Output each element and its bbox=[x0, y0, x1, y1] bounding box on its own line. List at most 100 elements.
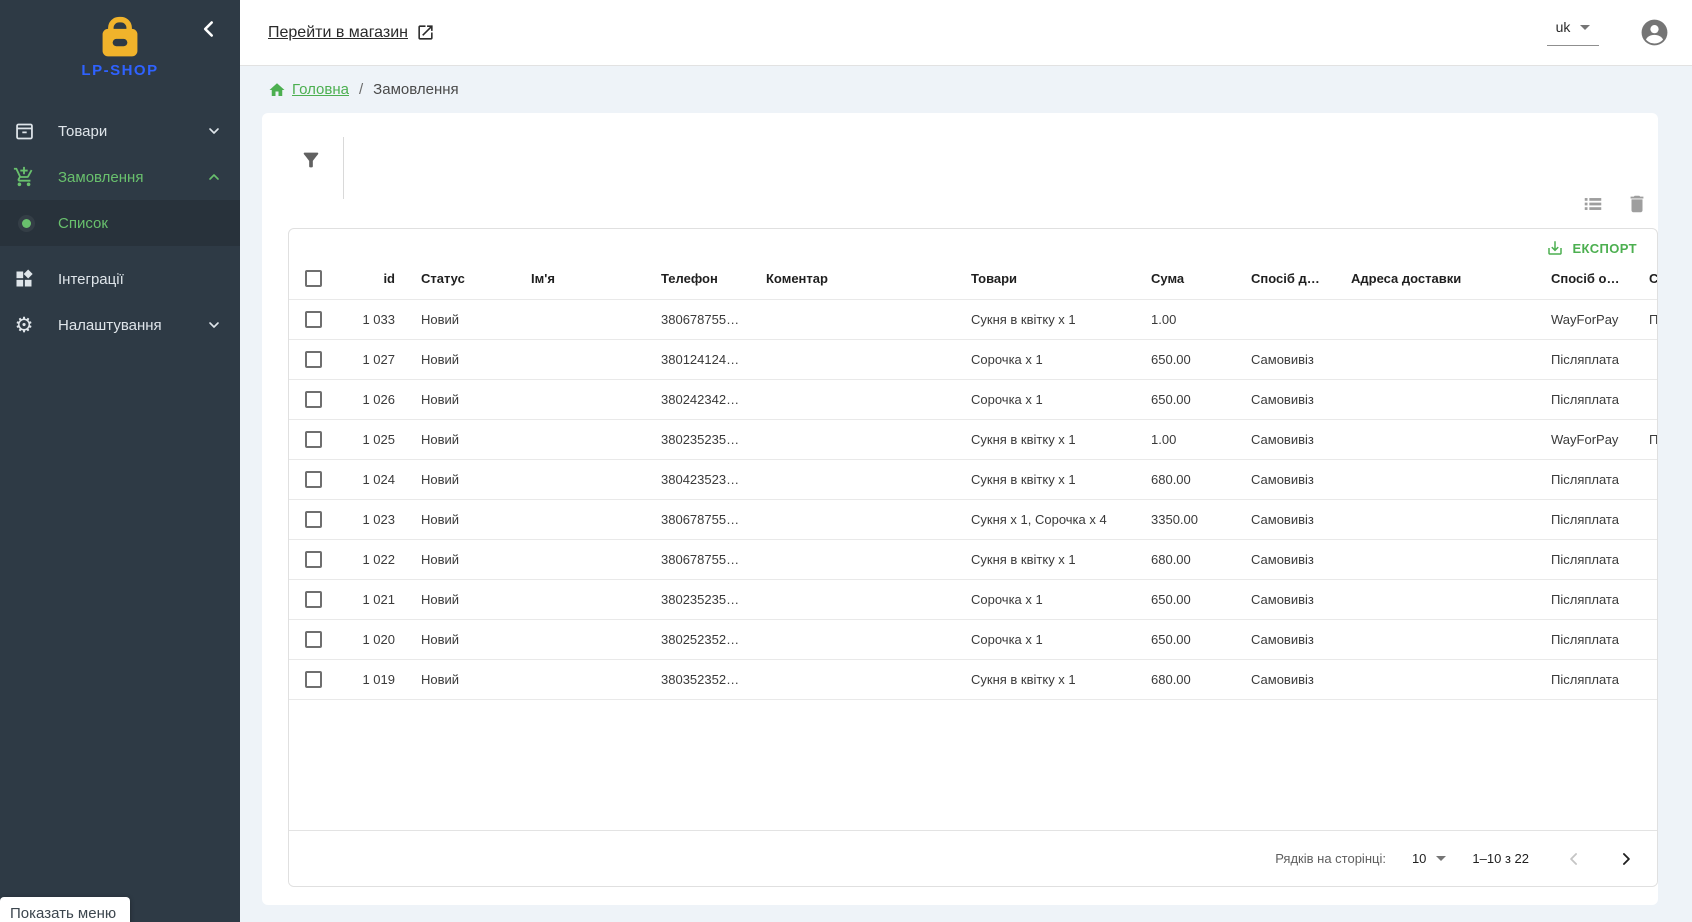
row-checkbox[interactable] bbox=[305, 351, 322, 368]
row-checkbox[interactable] bbox=[305, 311, 322, 328]
columns-list-icon[interactable] bbox=[1582, 193, 1604, 215]
cell-goods: Сукня в квітку x 1 bbox=[951, 459, 1131, 499]
chevron-down-icon bbox=[206, 317, 222, 333]
chevron-right-icon bbox=[1616, 849, 1636, 869]
column-header-pay-status[interactable]: С bbox=[1631, 259, 1658, 299]
breadcrumb: Головна / Замовлення bbox=[240, 66, 1692, 113]
user-avatar[interactable] bbox=[1639, 17, 1670, 48]
row-checkbox[interactable] bbox=[305, 551, 322, 568]
cell-goods: Сорочка x 1 bbox=[951, 379, 1131, 419]
row-checkbox[interactable] bbox=[305, 471, 322, 488]
go-to-store-link[interactable]: Перейти в магазин bbox=[268, 23, 435, 42]
cell-pay-status bbox=[1631, 619, 1658, 659]
download-icon bbox=[1546, 239, 1564, 257]
table-row[interactable]: 1 025 Новий 380235235235 Сукня в квітку … bbox=[289, 419, 1658, 459]
table-row[interactable]: 1 019 Новий 380352352353 Сукня в квітку … bbox=[289, 659, 1658, 699]
cell-id: 1 033 bbox=[331, 299, 401, 339]
cell-phone: 380678755765 bbox=[641, 299, 746, 339]
table-row[interactable]: 1 027 Новий 380124124124 Сорочка x 1 650… bbox=[289, 339, 1658, 379]
cell-delivery: Самовивіз bbox=[1231, 659, 1331, 699]
breadcrumb-home-link[interactable]: Головна bbox=[268, 81, 349, 99]
table-row[interactable]: 1 033 Новий 380678755765 Сукня в квітку … bbox=[289, 299, 1658, 339]
filter-icon[interactable] bbox=[300, 149, 322, 171]
gear-icon: ⚙ bbox=[12, 313, 36, 337]
cell-address bbox=[1331, 379, 1531, 419]
column-header-sum[interactable]: Сума bbox=[1131, 259, 1231, 299]
cell-address bbox=[1331, 539, 1531, 579]
sidebar-collapse-icon[interactable] bbox=[196, 16, 222, 42]
cell-name bbox=[511, 299, 641, 339]
app-bar: Перейти в магазин uk bbox=[240, 0, 1692, 66]
cell-status: Новий bbox=[401, 539, 511, 579]
cell-name bbox=[511, 379, 641, 419]
column-header-id[interactable]: id bbox=[331, 259, 401, 299]
next-page-button[interactable] bbox=[1613, 846, 1639, 872]
cell-comment bbox=[746, 419, 951, 459]
cell-pay-status bbox=[1631, 459, 1658, 499]
sidebar-item-integrations[interactable]: Інтеграції bbox=[0, 256, 240, 302]
cell-payment: Післяплата bbox=[1531, 459, 1631, 499]
trash-icon[interactable] bbox=[1626, 193, 1648, 215]
cell-status: Новий bbox=[401, 499, 511, 539]
breadcrumb-separator: / bbox=[357, 81, 365, 98]
row-checkbox[interactable] bbox=[305, 431, 322, 448]
table-row[interactable]: 1 022 Новий 380678755765 Сукня в квітку … bbox=[289, 539, 1658, 579]
cell-sum: 1.00 bbox=[1131, 419, 1231, 459]
cell-name bbox=[511, 579, 641, 619]
cell-name bbox=[511, 339, 641, 379]
select-all-checkbox[interactable] bbox=[305, 270, 322, 287]
cell-sum: 650.00 bbox=[1131, 619, 1231, 659]
cell-phone: 380352352353 bbox=[641, 659, 746, 699]
column-header-name[interactable]: Ім'я bbox=[511, 259, 641, 299]
cell-comment bbox=[746, 499, 951, 539]
table-row[interactable]: 1 023 Новий 380678755722 Сукня x 1, Соро… bbox=[289, 499, 1658, 539]
cell-payment: Післяплата bbox=[1531, 619, 1631, 659]
cell-goods: Сукня в квітку x 1 bbox=[951, 299, 1131, 339]
cell-sum: 1.00 bbox=[1131, 299, 1231, 339]
language-value: uk bbox=[1556, 19, 1571, 35]
row-checkbox[interactable] bbox=[305, 631, 322, 648]
sidebar-item-settings[interactable]: ⚙ Налаштування bbox=[0, 302, 240, 348]
cell-status: Новий bbox=[401, 379, 511, 419]
column-header-phone[interactable]: Телефон bbox=[641, 259, 746, 299]
cell-status: Новий bbox=[401, 299, 511, 339]
previous-page-button[interactable] bbox=[1561, 846, 1587, 872]
export-button[interactable]: ЕКСПОРТ bbox=[1540, 235, 1643, 261]
sidebar-item-list[interactable]: Список bbox=[0, 200, 240, 246]
cell-payment: Післяплата bbox=[1531, 579, 1631, 619]
sidebar-item-orders[interactable]: Замовлення bbox=[0, 154, 240, 200]
column-header-address[interactable]: Адреса доставки bbox=[1331, 259, 1531, 299]
table-header-row: id Статус Ім'я Телефон Коментар Товари С… bbox=[289, 259, 1658, 299]
cell-phone: 380235235235 bbox=[641, 419, 746, 459]
row-checkbox[interactable] bbox=[305, 591, 322, 608]
rows-per-page-select[interactable]: 10 bbox=[1412, 851, 1446, 866]
table-row[interactable]: 1 020 Новий 380252352352 Сорочка x 1 650… bbox=[289, 619, 1658, 659]
breadcrumb-home-label: Головна bbox=[292, 81, 349, 98]
chevron-down-icon bbox=[206, 123, 222, 139]
cell-comment bbox=[746, 659, 951, 699]
column-header-delivery[interactable]: Спосіб доставки bbox=[1231, 259, 1331, 299]
table-row[interactable]: 1 026 Новий 380242342342 Сорочка x 1 650… bbox=[289, 379, 1658, 419]
table-row[interactable]: 1 021 Новий 380235235235 Сорочка x 1 650… bbox=[289, 579, 1658, 619]
cell-id: 1 025 bbox=[331, 419, 401, 459]
cell-address bbox=[1331, 299, 1531, 339]
chevron-up-icon bbox=[206, 169, 222, 185]
cell-goods: Сукня x 1, Сорочка x 4 bbox=[951, 499, 1131, 539]
cell-sum: 3350.00 bbox=[1131, 499, 1231, 539]
cell-id: 1 027 bbox=[331, 339, 401, 379]
language-select[interactable]: uk bbox=[1547, 19, 1599, 46]
column-header-payment[interactable]: Спосіб оплати bbox=[1531, 259, 1631, 299]
column-header-comment[interactable]: Коментар bbox=[746, 259, 951, 299]
main-content: Головна / Замовлення bbox=[240, 66, 1692, 922]
cell-goods: Сорочка x 1 bbox=[951, 339, 1131, 379]
sidebar-item-products[interactable]: Товари bbox=[0, 108, 240, 154]
row-checkbox[interactable] bbox=[305, 391, 322, 408]
row-checkbox[interactable] bbox=[305, 671, 322, 688]
table-row[interactable]: 1 024 Новий 380423523523 Сукня в квітку … bbox=[289, 459, 1658, 499]
row-checkbox[interactable] bbox=[305, 511, 322, 528]
cell-phone: 380242342342 bbox=[641, 379, 746, 419]
column-header-status[interactable]: Статус bbox=[401, 259, 511, 299]
cell-goods: Сукня в квітку x 1 bbox=[951, 419, 1131, 459]
column-header-goods[interactable]: Товари bbox=[951, 259, 1131, 299]
add-cart-icon bbox=[12, 165, 36, 189]
